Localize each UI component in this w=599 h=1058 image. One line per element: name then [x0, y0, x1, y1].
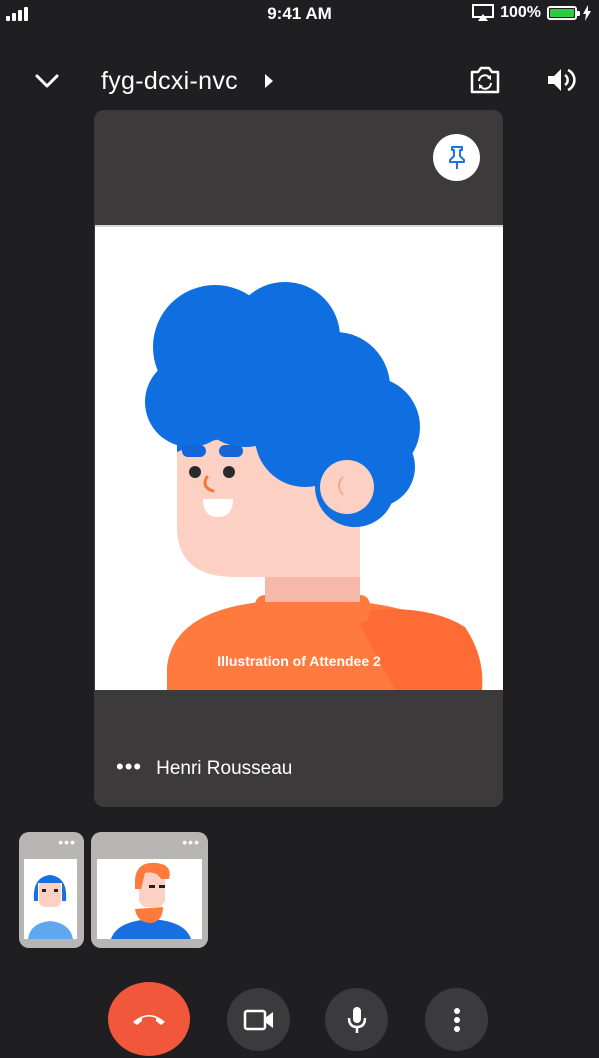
participant-video: Illustration of Attendee 2: [95, 225, 503, 690]
speaker-icon[interactable]: [545, 66, 577, 94]
attendee-illustration: [145, 282, 483, 690]
thumbnail-more-button[interactable]: •••: [182, 835, 200, 849]
microphone-icon: [347, 1006, 366, 1033]
status-bar: 9:41 AM 100%: [0, 0, 599, 30]
call-controls: [0, 982, 599, 1058]
video-camera-icon: [243, 1009, 273, 1030]
more-vertical-icon: [453, 1007, 460, 1032]
meeting-header: fyg-dcxi-nvc: [0, 56, 599, 106]
pin-icon: [448, 145, 465, 169]
thumbnail-video: [97, 859, 202, 939]
illustration-caption: Illustration of Attendee 2: [217, 653, 381, 669]
microphone-toggle-button[interactable]: [325, 988, 388, 1051]
meeting-code[interactable]: fyg-dcxi-nvc: [101, 67, 238, 96]
hang-up-icon: [133, 1015, 165, 1025]
participant-thumbnail[interactable]: •••: [19, 832, 84, 948]
participant-name: Henri Rousseau: [156, 758, 293, 779]
charging-bolt-icon: [583, 5, 591, 21]
thumbnail-more-button[interactable]: •••: [58, 835, 76, 849]
caret-right-icon[interactable]: [265, 74, 273, 88]
battery-percent: 100%: [500, 4, 541, 21]
more-options-button[interactable]: [425, 988, 488, 1051]
status-right: 100%: [472, 4, 591, 22]
participant-thumbnail[interactable]: •••: [91, 832, 208, 948]
attendee-thumbnail-illustration: [28, 875, 73, 939]
battery-icon: [547, 6, 580, 20]
pin-button[interactable]: [433, 134, 480, 181]
participant-info: ••• Henri Rousseau: [116, 756, 293, 780]
chevron-down-icon[interactable]: [32, 66, 62, 96]
thumbnail-video: [24, 859, 77, 939]
participant-more-button[interactable]: •••: [116, 756, 142, 778]
end-call-button[interactable]: [108, 982, 190, 1056]
camera-toggle-button[interactable]: [227, 988, 290, 1051]
flip-camera-icon[interactable]: [468, 64, 502, 96]
main-participant-tile[interactable]: Illustration of Attendee 2 ••• Henri Rou…: [94, 110, 503, 807]
airplay-icon: [472, 4, 495, 21]
attendee-thumbnail-illustration: [111, 862, 191, 939]
